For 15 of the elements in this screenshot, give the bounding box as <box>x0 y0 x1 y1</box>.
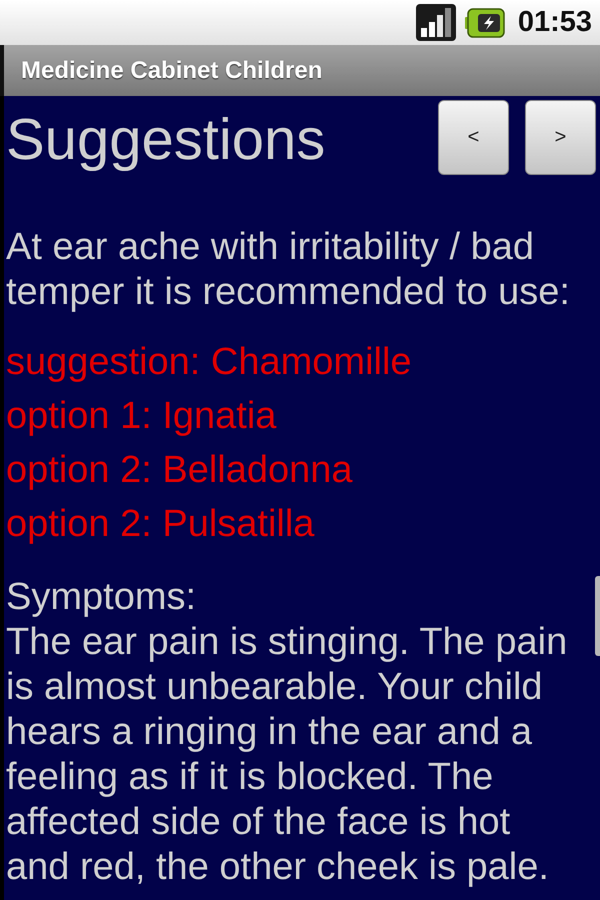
app-title: Medicine Cabinet Children <box>21 56 322 84</box>
remedy-line: option 1: Ignatia <box>6 394 276 439</box>
remedy-line: option 2: Belladonna <box>6 448 353 493</box>
clock-time: 01:53 <box>518 6 592 39</box>
remedy-line: suggestion: Chamomille <box>6 340 412 385</box>
next-button[interactable]: > <box>525 100 596 175</box>
previous-button[interactable]: < <box>438 100 509 175</box>
page-heading: Suggestions <box>6 106 326 174</box>
remedy-line: option 2: Pulsatilla <box>6 502 314 547</box>
scrollbar[interactable] <box>595 576 600 656</box>
intro-text: At ear ache with irritability / bad temper it is recommended to use: <box>6 225 571 315</box>
battery-charging-icon <box>464 8 505 38</box>
signal-icon <box>416 4 456 41</box>
symptoms-heading: Symptoms: <box>6 575 196 620</box>
symptoms-text: The ear pain is stinging. The pain is almost unbearable. Your child hears a ringing in the ear and a feeling as if it is blocked. The affected side of the face is hot and red, the other cheek is pale. <box>6 620 568 890</box>
